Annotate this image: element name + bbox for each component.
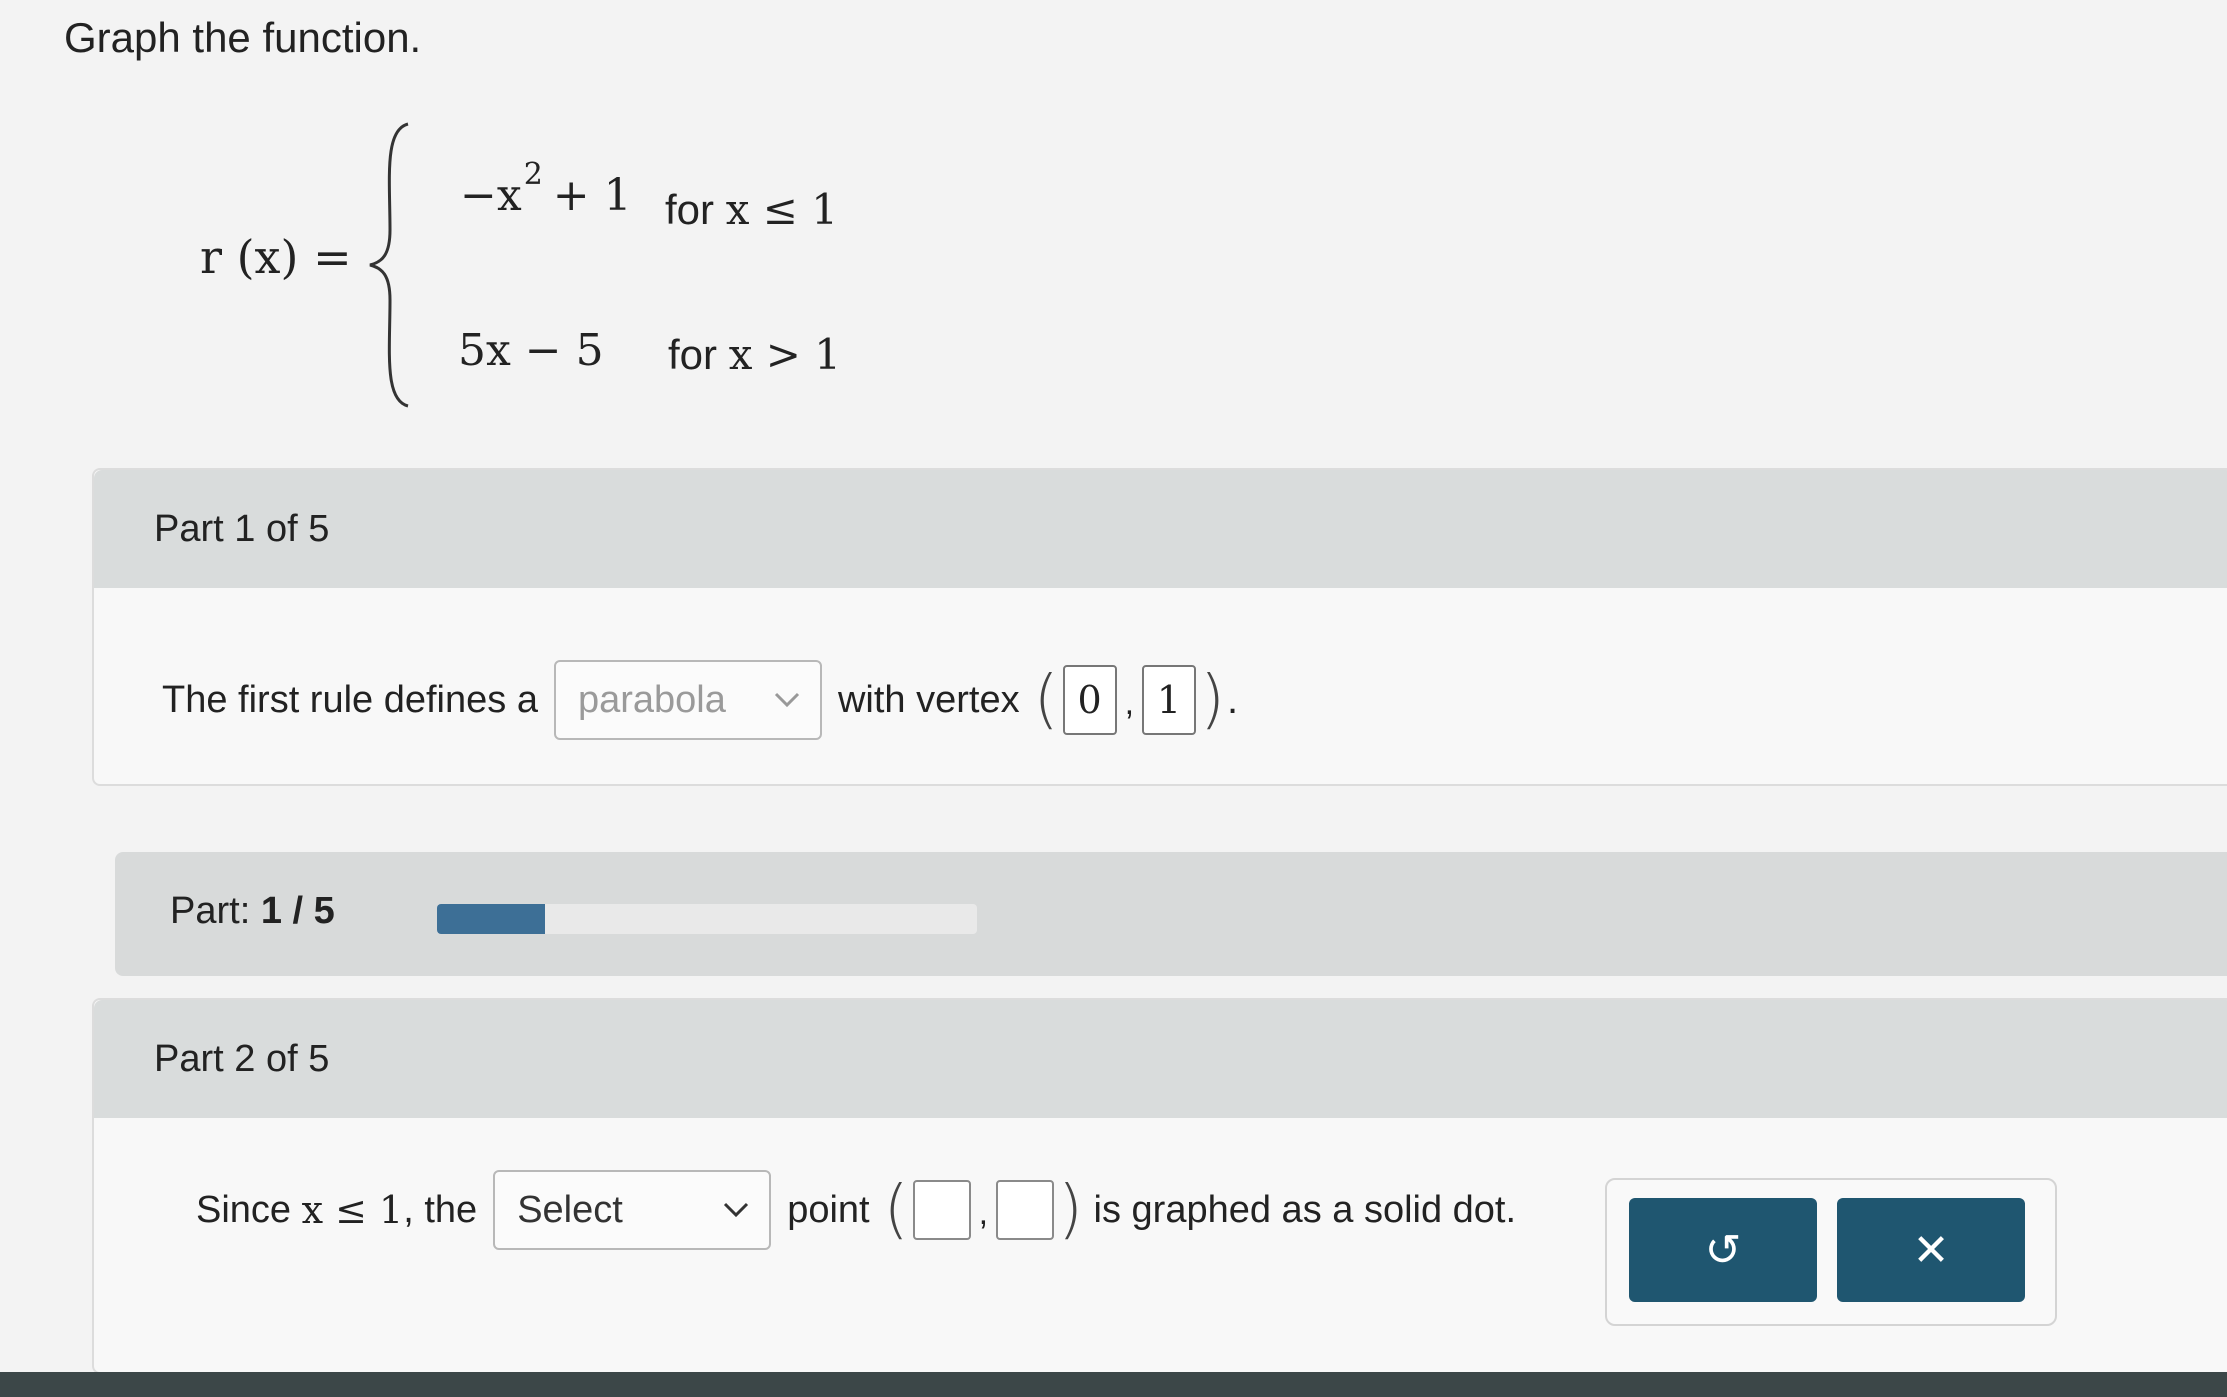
open-paren: ( — [883, 1173, 909, 1247]
part1-period: . — [1226, 677, 1239, 722]
progress-track — [437, 904, 977, 934]
open-paren: ( — [1033, 663, 1059, 737]
progress-label: Part: 1 / 5 — [170, 890, 335, 932]
point-type-select[interactable]: Select — [493, 1170, 772, 1250]
case1-expression: −x2 + 1 — [460, 157, 632, 221]
vertex-y-input[interactable]: 1 — [1142, 665, 1197, 735]
shape-type-value: parabola — [577, 678, 726, 721]
part1-text-middle: with vertex — [837, 678, 1020, 721]
point-type-value: Select — [517, 1188, 623, 1231]
undo-button[interactable]: ↺ — [1629, 1198, 1817, 1302]
part2-text-point: point — [787, 1188, 870, 1231]
answer-actions: ↺ ✕ — [1605, 1178, 2057, 1326]
case2-expression: 5x − 5 — [458, 325, 604, 376]
part1-text-before: The first rule defines a — [162, 678, 538, 721]
point-x-input[interactable] — [912, 1180, 971, 1240]
part1-header: Part 1 of 5 — [94, 470, 2227, 588]
progress-panel: Part: 1 / 5 — [115, 852, 2227, 976]
part2-question: Since x ≤ 1 , the Select point ( , ) is … — [196, 1170, 1516, 1250]
point-comma: , — [978, 1194, 989, 1232]
chevron-down-icon — [724, 1202, 749, 1218]
point-entry: ( , ) — [884, 1173, 1083, 1247]
clear-button[interactable]: ✕ — [1837, 1198, 2025, 1302]
vertex-x-input[interactable]: 0 — [1062, 665, 1117, 735]
chevron-down-icon — [774, 692, 800, 708]
vertex-comma: , — [1124, 684, 1135, 722]
progress-fill — [437, 904, 545, 934]
part2-text-the: , the — [403, 1188, 478, 1231]
part2-text-since: Since — [196, 1188, 292, 1231]
close-paren: ) — [1058, 1173, 1083, 1247]
part1-question: The first rule defines a parabola with v… — [162, 660, 1238, 740]
point-y-input[interactable] — [996, 1180, 1055, 1240]
case2-condition: for x > 1 — [668, 330, 841, 379]
piecewise-function: r (x) = −x2 + 1 for x ≤ 1 5x − 5 for x > … — [190, 120, 890, 410]
screen-bottom-edge — [0, 1372, 2227, 1397]
vertex-point: ( 0 , 1 ) . — [1034, 663, 1239, 737]
prompt-text: Graph the function. — [64, 14, 422, 61]
function-lhs: r (x) = — [200, 230, 352, 284]
part2-condition: x ≤ 1 — [301, 1188, 404, 1232]
close-icon: ✕ — [1912, 1225, 1950, 1275]
case1-condition: for x ≤ 1 — [665, 185, 838, 234]
close-paren: ) — [1200, 663, 1225, 737]
part2-text-after: is graphed as a solid dot. — [1093, 1188, 1517, 1231]
shape-type-select[interactable]: parabola — [553, 660, 822, 740]
undo-icon: ↺ — [1704, 1225, 1742, 1275]
part1-card: Part 1 of 5 The first rule defines a par… — [92, 468, 2227, 786]
left-brace-icon — [369, 122, 409, 408]
part2-header: Part 2 of 5 — [94, 1000, 2227, 1118]
